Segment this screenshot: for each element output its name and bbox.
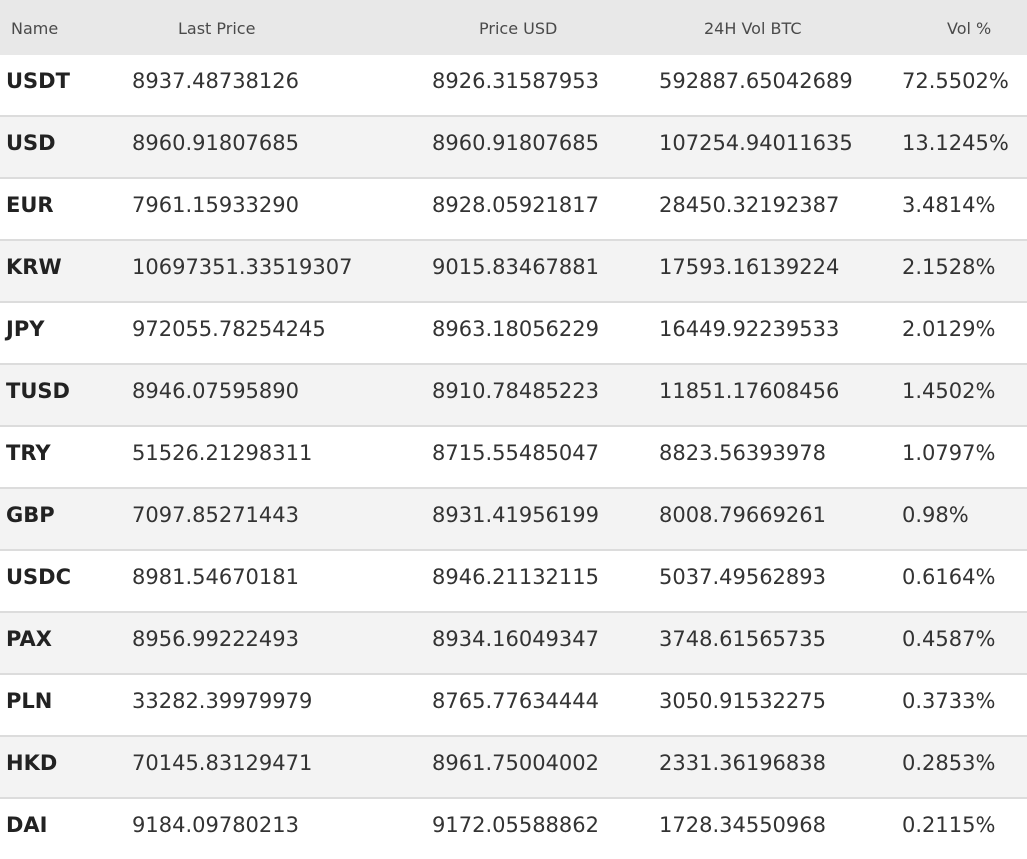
cell-last-price: 8960.91807685 [132, 131, 300, 155]
table-row[interactable]: JPY 972055.78254245 8963.18056229 16449.922… [0, 303, 1027, 365]
cell-price-usd: 8910.78485223 [432, 379, 600, 403]
cell-last-price: 10697351.33519307 [132, 255, 353, 279]
cell-last-price: 7961.15933290 [132, 193, 300, 217]
cell-currency-name: DAI [6, 813, 48, 837]
table-body: USDT 8937.48738126 8926.31587953 592887.650… [0, 55, 1027, 859]
cell-vol-btc: 1728.34550968 [659, 813, 827, 837]
cell-last-price: 972055.78254245 [132, 317, 326, 341]
table-row[interactable]: PAX 8956.99222493 8934.16049347 3748.615657… [0, 613, 1027, 675]
table-row[interactable]: TUSD 8946.07595890 8910.78485223 11851.1760… [0, 365, 1027, 427]
cell-price-usd: 9172.05588862 [432, 813, 600, 837]
cell-vol-btc: 11851.17608456 [659, 379, 840, 403]
cell-last-price: 7097.85271443 [132, 503, 300, 527]
cell-price-usd: 8934.16049347 [432, 627, 600, 651]
cell-last-price: 33282.39979979 [132, 689, 313, 713]
cell-last-price: 8956.99222493 [132, 627, 300, 651]
cell-vol-pct: 0.4587% [902, 627, 996, 651]
cell-price-usd: 9015.83467881 [432, 255, 600, 279]
cell-price-usd: 8928.05921817 [432, 193, 600, 217]
column-header-vol-btc[interactable]: 24H Vol BTC [704, 0, 801, 55]
cell-price-usd: 8946.21132115 [432, 565, 600, 589]
cell-last-price: 8946.07595890 [132, 379, 300, 403]
table-row[interactable]: USDC 8981.54670181 8946.21132115 5037.49562… [0, 551, 1027, 613]
cell-vol-pct: 0.3733% [902, 689, 996, 713]
cell-currency-name: KRW [6, 255, 62, 279]
table-row[interactable]: KRW 10697351.33519307 9015.83467881 17593.1… [0, 241, 1027, 303]
cell-vol-btc: 2331.36196838 [659, 751, 827, 775]
cell-currency-name: JPY [6, 317, 45, 341]
cell-vol-pct: 3.4814% [902, 193, 996, 217]
cell-vol-btc: 3050.91532275 [659, 689, 827, 713]
cell-price-usd: 8961.75004002 [432, 751, 600, 775]
cell-price-usd: 8715.55485047 [432, 441, 600, 465]
cell-currency-name: USDC [6, 565, 72, 589]
cell-vol-pct: 0.2853% [902, 751, 996, 775]
cell-vol-btc: 3748.61565735 [659, 627, 827, 651]
cell-currency-name: PAX [6, 627, 52, 651]
column-header-price-usd[interactable]: Price USD [479, 0, 557, 55]
table-row[interactable]: USD 8960.91807685 8960.91807685 107254.9401… [0, 117, 1027, 179]
cell-last-price: 8937.48738126 [132, 69, 300, 93]
table-row[interactable]: USDT 8937.48738126 8926.31587953 592887.650… [0, 55, 1027, 117]
table-row[interactable]: TRY 51526.21298311 8715.55485047 8823.56393… [0, 427, 1027, 489]
markets-table: Name Last Price Price USD 24H Vol BTC Vo… [0, 0, 1027, 859]
cell-vol-pct: 0.6164% [902, 565, 996, 589]
cell-vol-btc: 8823.56393978 [659, 441, 827, 465]
cell-vol-btc: 28450.32192387 [659, 193, 840, 217]
cell-currency-name: GBP [6, 503, 55, 527]
cell-vol-pct: 13.1245% [902, 131, 1009, 155]
cell-vol-btc: 8008.79669261 [659, 503, 827, 527]
cell-currency-name: HKD [6, 751, 58, 775]
cell-currency-name: PLN [6, 689, 53, 713]
table-row[interactable]: DAI 9184.09780213 9172.05588862 1728.345509… [0, 799, 1027, 859]
table-header: Name Last Price Price USD 24H Vol BTC Vo… [0, 0, 1027, 55]
cell-price-usd: 8960.91807685 [432, 131, 600, 155]
cell-price-usd: 8963.18056229 [432, 317, 600, 341]
cell-price-usd: 8765.77634444 [432, 689, 600, 713]
cell-vol-pct: 1.0797% [902, 441, 996, 465]
cell-last-price: 9184.09780213 [132, 813, 300, 837]
column-header-vol-pct[interactable]: Vol % [947, 0, 991, 55]
cell-vol-pct: 2.1528% [902, 255, 996, 279]
cell-currency-name: USDT [6, 69, 70, 93]
cell-price-usd: 8931.41956199 [432, 503, 600, 527]
cell-currency-name: USD [6, 131, 56, 155]
table-row[interactable]: EUR 7961.15933290 8928.05921817 28450.32192… [0, 179, 1027, 241]
cell-vol-pct: 0.2115% [902, 813, 996, 837]
cell-currency-name: TRY [6, 441, 51, 465]
column-header-last-price[interactable]: Last Price [178, 0, 255, 55]
cell-vol-pct: 0.98% [902, 503, 969, 527]
column-header-name[interactable]: Name [11, 0, 58, 55]
cell-vol-pct: 72.5502% [902, 69, 1009, 93]
cell-last-price: 8981.54670181 [132, 565, 300, 589]
cell-vol-btc: 5037.49562893 [659, 565, 827, 589]
cell-currency-name: TUSD [6, 379, 70, 403]
cell-last-price: 70145.83129471 [132, 751, 313, 775]
cell-vol-btc: 16449.92239533 [659, 317, 840, 341]
table-row[interactable]: GBP 7097.85271443 8931.41956199 8008.796692… [0, 489, 1027, 551]
cell-vol-btc: 592887.65042689 [659, 69, 853, 93]
cell-vol-pct: 2.0129% [902, 317, 996, 341]
cell-price-usd: 8926.31587953 [432, 69, 600, 93]
cell-vol-btc: 17593.16139224 [659, 255, 840, 279]
cell-vol-pct: 1.4502% [902, 379, 996, 403]
cell-vol-btc: 107254.94011635 [659, 131, 853, 155]
cell-currency-name: EUR [6, 193, 54, 217]
table-row[interactable]: PLN 33282.39979979 8765.77634444 3050.91532… [0, 675, 1027, 737]
table-row[interactable]: HKD 70145.83129471 8961.75004002 2331.36196… [0, 737, 1027, 799]
cell-last-price: 51526.21298311 [132, 441, 313, 465]
